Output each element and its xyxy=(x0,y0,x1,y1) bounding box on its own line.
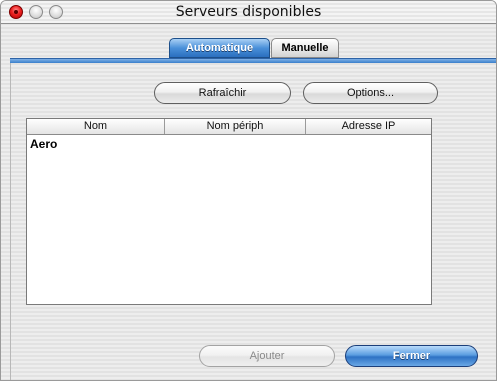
column-header-name[interactable]: Nom xyxy=(27,119,165,134)
column-header-ip[interactable]: Adresse IP xyxy=(306,119,431,134)
tab-manuelle[interactable]: Manuelle xyxy=(271,38,339,58)
refresh-button[interactable]: Rafraîchir xyxy=(154,82,291,104)
close-button[interactable]: Fermer xyxy=(345,345,478,367)
column-header-device[interactable]: Nom périph xyxy=(165,119,306,134)
table-header: Nom Nom périph Adresse IP xyxy=(27,119,431,135)
dialog-window: Serveurs disponibles Automatique Manuell… xyxy=(0,0,497,381)
add-button[interactable]: Ajouter xyxy=(199,345,335,367)
options-button[interactable]: Options... xyxy=(303,82,438,104)
title-bar[interactable]: Serveurs disponibles xyxy=(1,1,496,24)
table-row[interactable]: Aero xyxy=(30,137,57,151)
window-title: Serveurs disponibles xyxy=(175,4,322,20)
tab-automatique[interactable]: Automatique xyxy=(169,38,270,58)
servers-table[interactable]: Nom Nom périph Adresse IP Aero xyxy=(26,118,432,305)
